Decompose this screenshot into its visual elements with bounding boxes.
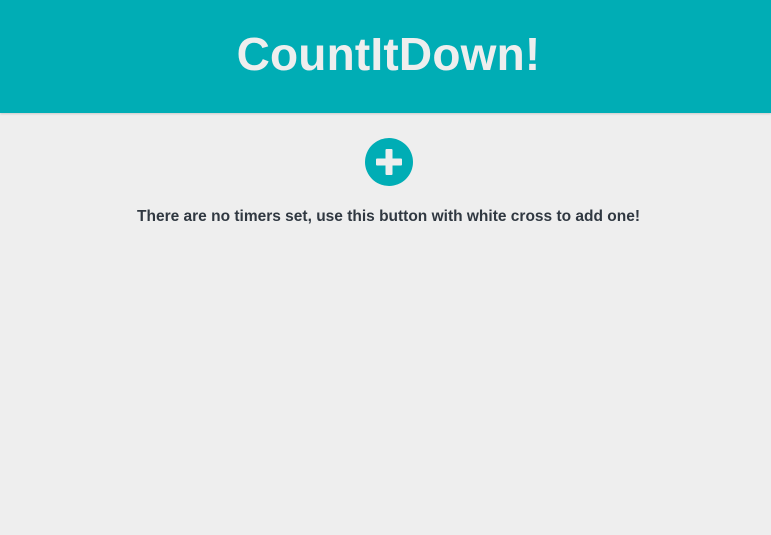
empty-state-message: There are no timers set, use this button… [137,208,640,225]
app-header: CountItDown! [0,0,771,113]
app-title: CountItDown! [236,27,541,80]
main-content: There are no timers set, use this button… [0,113,771,242]
plus-icon [375,149,402,175]
add-timer-button[interactable] [364,138,413,186]
